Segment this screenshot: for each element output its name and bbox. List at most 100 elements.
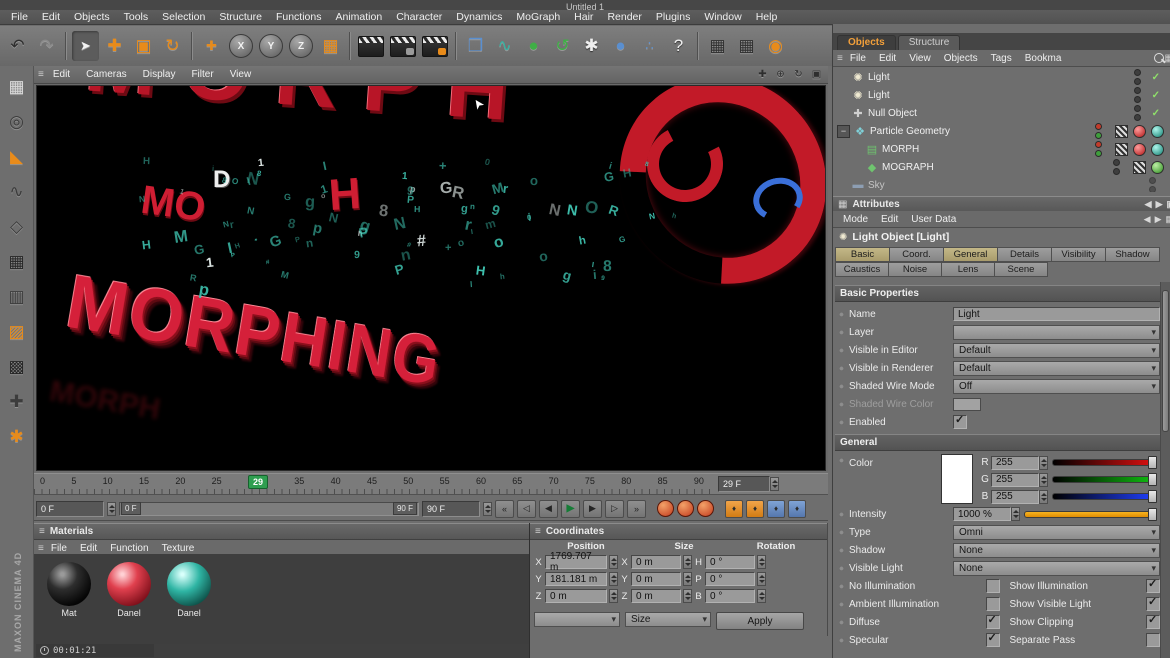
shaded-wire-mode-select[interactable]: Off [953, 379, 1160, 394]
visible-light-select[interactable]: None [953, 561, 1160, 576]
material-tag-teal-icon[interactable] [1151, 125, 1164, 138]
rotation-h-input[interactable]: 0 ° [705, 555, 755, 569]
animation-dot[interactable] [839, 312, 844, 317]
objects-menu-tags[interactable]: Tags [985, 53, 1018, 64]
layout-a-button[interactable]: ▦ [704, 31, 731, 61]
play-button[interactable]: ▶ [561, 500, 580, 518]
stepper[interactable] [1039, 473, 1048, 487]
range-start-stepper[interactable] [107, 502, 116, 516]
make-editable-icon[interactable]: ▦ [4, 74, 30, 100]
visibility-dots[interactable] [1095, 141, 1102, 157]
viewport-menu-edit[interactable]: Edit [46, 69, 77, 80]
objects-menu-objects[interactable]: Objects [938, 53, 984, 64]
animation-dot[interactable] [839, 420, 844, 425]
red-value-input[interactable]: 255 [991, 456, 1039, 470]
animation-dot[interactable] [839, 402, 844, 407]
animation-dot[interactable] [839, 512, 844, 517]
menu-dynamics[interactable]: Dynamics [449, 11, 509, 23]
range-slider-right-handle[interactable]: 90 F [393, 502, 417, 515]
redo-icon[interactable]: ↷ [33, 31, 60, 61]
coordinate-system-select[interactable] [534, 612, 620, 627]
slider-knob[interactable] [1148, 490, 1157, 503]
size-z-input[interactable]: 0 m [631, 589, 681, 603]
visibility-dots[interactable] [1134, 69, 1141, 85]
material-item[interactable]: Danel [104, 562, 154, 636]
previous-frame-button[interactable]: ◀ [539, 500, 558, 518]
object-name[interactable]: Light [868, 90, 890, 101]
visibility-dots[interactable] [1134, 105, 1141, 121]
attributes-scrollbar[interactable] [1160, 282, 1170, 658]
record-keyframe-button[interactable] [657, 500, 674, 517]
basic-properties-header[interactable]: Basic Properties [835, 285, 1160, 302]
show-clipping-checkbox[interactable] [1146, 615, 1160, 629]
tab-details[interactable]: Details [998, 247, 1052, 262]
record-selected-button[interactable] [697, 500, 714, 517]
material-preview-sphere[interactable] [167, 562, 211, 606]
red-slider[interactable] [1052, 459, 1156, 466]
viewport-menu-filter[interactable]: Filter [184, 69, 220, 80]
visibility-dots[interactable] [1149, 177, 1156, 192]
tab-objects[interactable]: Objects [837, 35, 896, 50]
light-type-select[interactable]: Omni [953, 525, 1160, 540]
green-value-input[interactable]: 255 [991, 473, 1039, 487]
rotation-p-input[interactable]: 0 ° [705, 572, 755, 586]
pan-view-icon[interactable]: ✚ [755, 68, 770, 82]
range-end-input[interactable]: 90 F [422, 501, 480, 517]
stepper[interactable] [757, 572, 766, 586]
attributes-menu-mode[interactable]: Mode [837, 214, 874, 225]
orbit-view-icon[interactable]: ↻ [791, 68, 806, 82]
layout-b-button[interactable]: ▦ [733, 31, 760, 61]
material-preview-sphere[interactable] [107, 562, 151, 606]
viewport-menu-cameras[interactable]: Cameras [79, 69, 134, 80]
tree-item-light-2[interactable]: ✺ Light ✓ [833, 86, 1170, 104]
rotation-b-input[interactable]: 0 ° [705, 589, 755, 603]
object-name[interactable]: Null Object [868, 108, 917, 119]
menu-edit[interactable]: Edit [35, 11, 67, 23]
selection-tool-icon[interactable]: ➤ [72, 31, 99, 61]
stepper[interactable] [683, 555, 692, 569]
size-mode-select[interactable]: Size [625, 612, 711, 627]
stepper[interactable] [609, 589, 618, 603]
lock-z-axis-button[interactable]: Z [289, 34, 313, 58]
render-settings-button[interactable] [422, 36, 448, 57]
add-deformer-button[interactable]: ● [607, 31, 634, 61]
prev-object-icon[interactable]: ◀ [1144, 214, 1151, 225]
intensity-slider[interactable] [1024, 511, 1156, 518]
green-slider[interactable] [1052, 476, 1156, 483]
texture-tag-icon[interactable] [1133, 161, 1146, 174]
materials-menu-edit[interactable]: Edit [74, 543, 103, 554]
autokey-button[interactable] [677, 500, 694, 517]
key-scale-toggle[interactable]: ♦ [746, 500, 764, 518]
edges-mode-icon[interactable]: ▥ [4, 284, 30, 310]
animation-dot[interactable] [839, 566, 844, 571]
blue-slider[interactable] [1052, 493, 1156, 500]
workplane-mode-icon[interactable]: ◣ [4, 144, 30, 170]
enabled-check-icon[interactable]: ✓ [1152, 72, 1160, 83]
texture-tag-icon[interactable] [1115, 125, 1128, 138]
menu-functions[interactable]: Functions [269, 11, 329, 23]
key-position-toggle[interactable]: ♦ [725, 500, 743, 518]
render-view-button[interactable] [358, 36, 384, 57]
slider-knob[interactable] [1148, 456, 1157, 469]
viewport-canvas[interactable]: MORPH MO D H MORPHING MORPH ➤ gRHiN1rhGh… [36, 85, 826, 471]
specular-checkbox[interactable] [986, 633, 1000, 647]
coordinate-system-icon[interactable]: ▦ [317, 31, 344, 61]
pin-icon[interactable]: ▦ [1165, 214, 1170, 225]
slider-knob[interactable] [1148, 473, 1157, 486]
tree-item-particle-geometry[interactable]: − ❖ Particle Geometry [833, 122, 1170, 140]
tab-shadow[interactable]: Shadow [1106, 247, 1160, 262]
particle-emitter-button[interactable]: ✱ [578, 31, 605, 61]
menu-window[interactable]: Window [697, 11, 748, 23]
material-preview-sphere[interactable] [47, 562, 91, 606]
menu-objects[interactable]: Objects [67, 11, 117, 23]
render-to-picture-viewer-button[interactable] [390, 36, 416, 57]
points-mode-icon[interactable]: ▦ [4, 249, 30, 275]
range-end-stepper[interactable] [483, 502, 492, 516]
enabled-checkbox[interactable] [953, 415, 967, 429]
tree-item-mograph[interactable]: ◆ MOGRAPH [833, 158, 1170, 176]
show-illumination-checkbox[interactable] [1146, 579, 1160, 593]
tab-caustics[interactable]: Caustics [835, 262, 889, 277]
viewport-menu-display[interactable]: Display [136, 69, 183, 80]
maximize-view-icon[interactable]: ▣ [809, 68, 824, 82]
material-tag-red-icon[interactable] [1133, 125, 1146, 138]
